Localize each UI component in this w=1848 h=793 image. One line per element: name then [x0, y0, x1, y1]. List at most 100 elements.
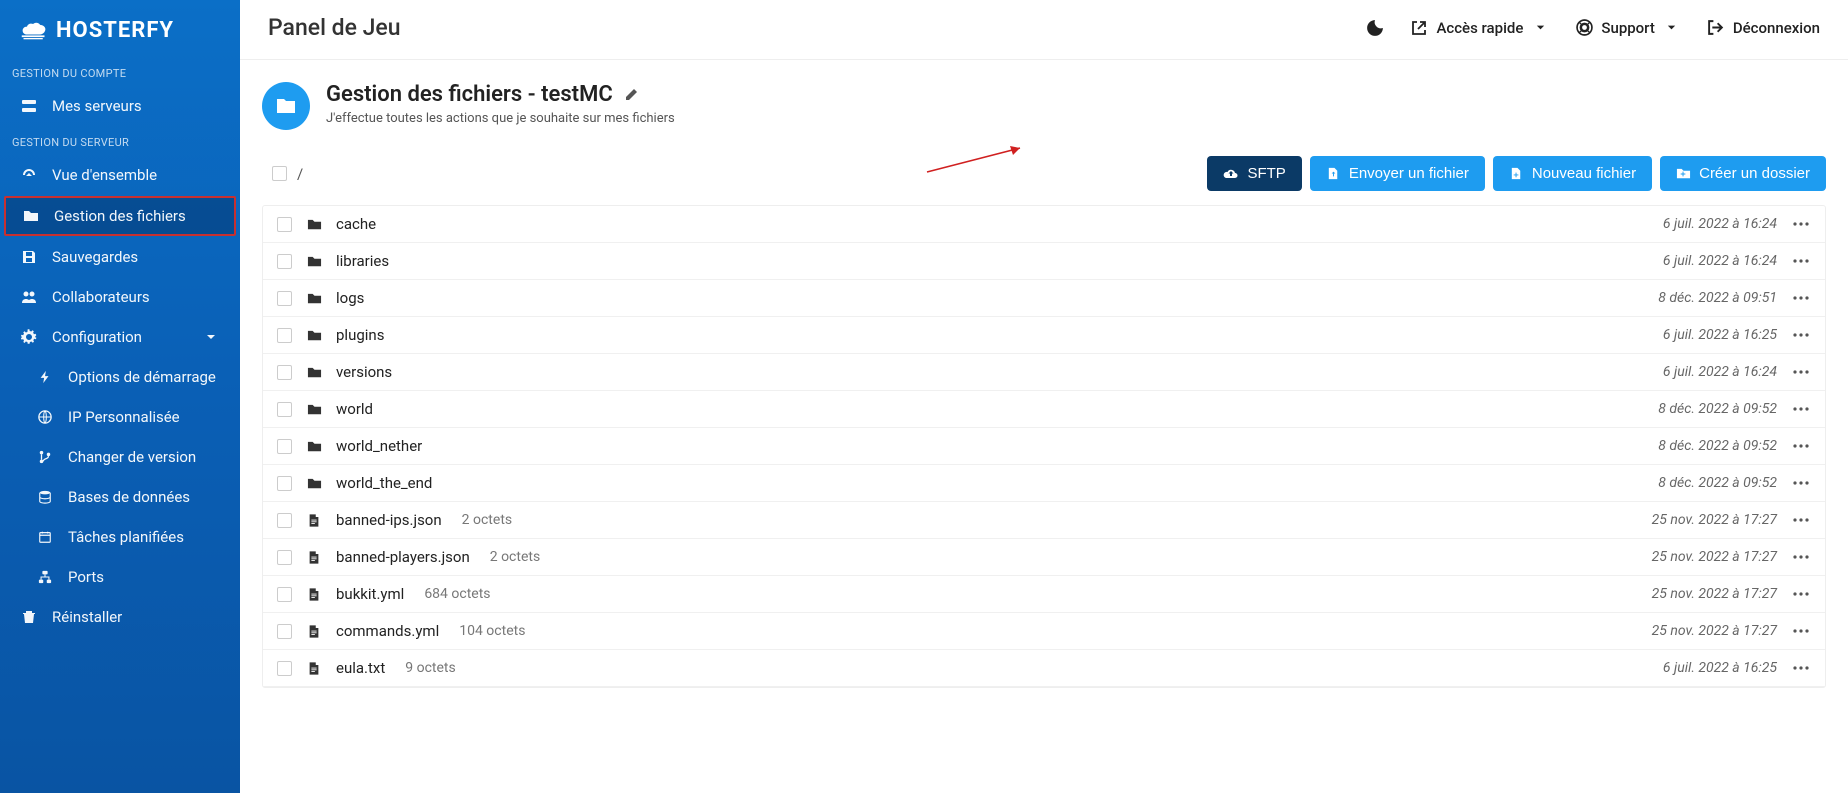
sidebar-item-ports[interactable]: Ports	[16, 557, 240, 597]
upload-button[interactable]: Envoyer un fichier	[1310, 156, 1485, 191]
row-checkbox[interactable]	[277, 587, 292, 602]
file-row[interactable]: libraries6 juil. 2022 à 16:24	[263, 243, 1825, 280]
folder-icon	[22, 207, 40, 225]
sidebar-item-ip[interactable]: IP Personnalisée	[16, 397, 240, 437]
file-date: 6 juil. 2022 à 16:24	[1663, 216, 1777, 232]
file-row[interactable]: logs8 déc. 2022 à 09:51	[263, 280, 1825, 317]
file-name: world	[336, 400, 373, 418]
row-checkbox[interactable]	[277, 291, 292, 306]
file-row[interactable]: world8 déc. 2022 à 09:52	[263, 391, 1825, 428]
cloud-logo-icon	[20, 22, 48, 40]
logout-label: Déconnexion	[1733, 19, 1820, 37]
row-menu-button[interactable]	[1791, 444, 1811, 448]
sidebar-item-overview[interactable]: Vue d'ensemble	[0, 155, 240, 195]
row-menu-button[interactable]	[1791, 259, 1811, 263]
row-checkbox[interactable]	[277, 513, 292, 528]
row-menu-button[interactable]	[1791, 592, 1811, 596]
sidebar: HOSTERFY GESTION DU COMPTE Mes serveurs …	[0, 0, 240, 793]
file-icon	[306, 549, 322, 565]
row-checkbox[interactable]	[277, 550, 292, 565]
sidebar-item-configuration[interactable]: Configuration	[0, 317, 240, 357]
folder-icon	[306, 475, 322, 491]
file-row[interactable]: plugins6 juil. 2022 à 16:25	[263, 317, 1825, 354]
nav-label: Réinstaller	[52, 608, 122, 626]
folder-icon	[306, 216, 322, 232]
file-row[interactable]: bukkit.yml684 octets25 nov. 2022 à 17:27	[263, 576, 1825, 613]
row-menu-button[interactable]	[1791, 407, 1811, 411]
header-folder-icon	[262, 82, 310, 130]
row-menu-button[interactable]	[1791, 481, 1811, 485]
file-size: 2 octets	[462, 512, 512, 528]
header-title: Gestion des fichiers - testMC	[326, 82, 675, 107]
file-name: bukkit.yml	[336, 585, 404, 603]
row-menu-button[interactable]	[1791, 518, 1811, 522]
sidebar-item-startup[interactable]: Options de démarrage	[16, 357, 240, 397]
folder-plus-icon	[1676, 166, 1691, 181]
main-content: Panel de Jeu Accès rapide Support	[240, 0, 1848, 793]
gear-icon	[20, 328, 38, 346]
nav-label: Configuration	[52, 328, 142, 346]
file-row[interactable]: eula.txt9 octets6 juil. 2022 à 16:25	[263, 650, 1825, 687]
bolt-icon	[36, 368, 54, 386]
file-date: 6 juil. 2022 à 16:25	[1663, 660, 1777, 676]
nav-label: Mes serveurs	[52, 97, 142, 115]
row-menu-button[interactable]	[1791, 629, 1811, 633]
file-date: 6 juil. 2022 à 16:24	[1663, 364, 1777, 380]
row-menu-button[interactable]	[1791, 296, 1811, 300]
row-checkbox[interactable]	[277, 476, 292, 491]
sidebar-item-version[interactable]: Changer de version	[16, 437, 240, 477]
file-name: world_nether	[336, 437, 422, 455]
row-checkbox[interactable]	[277, 217, 292, 232]
quick-access-menu[interactable]: Accès rapide	[1410, 19, 1549, 37]
nav-label: Options de démarrage	[68, 368, 216, 386]
breadcrumb[interactable]: /	[297, 165, 303, 183]
row-menu-button[interactable]	[1791, 333, 1811, 337]
file-row[interactable]: versions6 juil. 2022 à 16:24	[263, 354, 1825, 391]
row-checkbox[interactable]	[277, 402, 292, 417]
edit-icon[interactable]	[623, 87, 639, 103]
row-checkbox[interactable]	[277, 328, 292, 343]
row-checkbox[interactable]	[277, 365, 292, 380]
sidebar-item-backups[interactable]: Sauvegardes	[0, 237, 240, 277]
sidebar-item-tasks[interactable]: Tâches planifiées	[16, 517, 240, 557]
row-checkbox[interactable]	[277, 661, 292, 676]
file-row[interactable]: banned-ips.json2 octets25 nov. 2022 à 17…	[263, 502, 1825, 539]
sidebar-item-reinstall[interactable]: Réinstaller	[0, 597, 240, 637]
sidebar-item-collaborators[interactable]: Collaborateurs	[0, 277, 240, 317]
support-menu[interactable]: Support	[1575, 19, 1680, 37]
row-checkbox[interactable]	[277, 624, 292, 639]
brand-logo[interactable]: HOSTERFY	[0, 0, 240, 57]
logout-link[interactable]: Déconnexion	[1707, 19, 1820, 37]
sidebar-item-servers[interactable]: Mes serveurs	[0, 86, 240, 126]
folder-icon	[306, 253, 322, 269]
file-name: logs	[336, 289, 364, 307]
row-menu-button[interactable]	[1791, 666, 1811, 670]
row-checkbox[interactable]	[277, 254, 292, 269]
file-row[interactable]: commands.yml104 octets25 nov. 2022 à 17:…	[263, 613, 1825, 650]
select-all-checkbox[interactable]	[272, 166, 287, 181]
new-file-button[interactable]: Nouveau fichier	[1493, 156, 1652, 191]
trash-icon	[20, 608, 38, 626]
file-row[interactable]: world_nether8 déc. 2022 à 09:52	[263, 428, 1825, 465]
nav-label: IP Personnalisée	[68, 408, 180, 426]
file-date: 25 nov. 2022 à 17:27	[1652, 512, 1777, 528]
users-icon	[20, 288, 38, 306]
file-row[interactable]: banned-players.json2 octets25 nov. 2022 …	[263, 539, 1825, 576]
new-folder-button[interactable]: Créer un dossier	[1660, 156, 1826, 191]
file-row[interactable]: world_the_end8 déc. 2022 à 09:52	[263, 465, 1825, 502]
row-menu-button[interactable]	[1791, 555, 1811, 559]
folder-icon	[306, 438, 322, 454]
file-row[interactable]: cache6 juil. 2022 à 16:24	[263, 206, 1825, 243]
sidebar-item-files[interactable]: Gestion des fichiers	[4, 196, 236, 236]
row-checkbox[interactable]	[277, 439, 292, 454]
sftp-button[interactable]: SFTP	[1207, 156, 1301, 191]
row-menu-button[interactable]	[1791, 370, 1811, 374]
cloud-upload-icon	[1223, 166, 1239, 182]
theme-toggle[interactable]	[1366, 19, 1384, 37]
row-menu-button[interactable]	[1791, 222, 1811, 226]
file-name: commands.yml	[336, 622, 439, 640]
sidebar-item-databases[interactable]: Bases de données	[16, 477, 240, 517]
database-icon	[36, 488, 54, 506]
chevron-down-icon	[1531, 19, 1549, 37]
folder-icon	[306, 290, 322, 306]
